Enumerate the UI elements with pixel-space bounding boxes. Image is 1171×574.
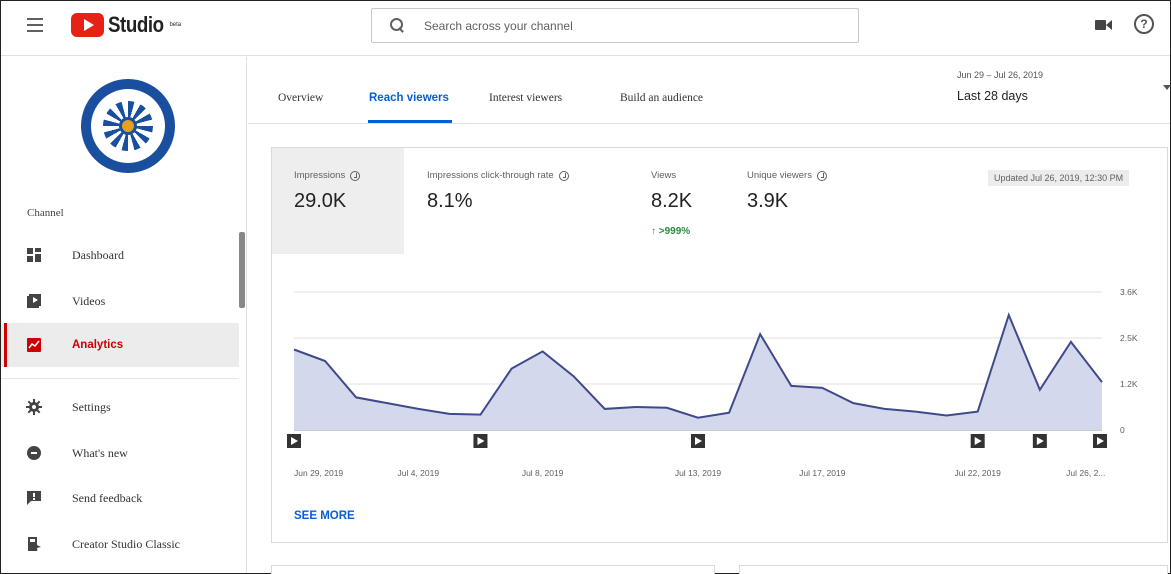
help-icon[interactable]: ? — [1134, 14, 1154, 34]
sidebar-item-label: Creator Studio Classic — [72, 536, 180, 551]
video-marker-icon[interactable] — [970, 434, 985, 448]
beta-badge: beta — [169, 22, 182, 28]
sidebar-item-label: Settings — [72, 399, 111, 414]
x-tick-label: Jul 26, 2... — [1066, 468, 1105, 478]
whats-new-icon — [27, 446, 41, 460]
x-tick-label: Jul 13, 2019 — [675, 468, 722, 478]
impressions-chart[interactable]: 3.6K 2.5K 1.2K 0 Jun 29, 2019 Jul 4, 2019 Jul … — [272, 148, 1169, 488]
search-input[interactable] — [424, 18, 824, 33]
reach-metrics-card: Impressions 29.0K Impressions click-thro… — [271, 147, 1168, 543]
x-tick-label: Jul 8, 2019 — [522, 468, 564, 478]
tab-build-an-audience[interactable]: Build an audience — [620, 92, 703, 104]
video-marker-icon[interactable] — [1032, 434, 1047, 448]
series-area — [294, 315, 1102, 430]
sidebar-item-send-feedback[interactable]: Send feedback — [1, 476, 239, 520]
sidebar-item-analytics[interactable]: Analytics — [1, 323, 239, 367]
sidebar-item-videos[interactable]: Videos — [1, 279, 239, 323]
tab-reach-viewers[interactable]: Reach viewers — [369, 92, 449, 104]
date-range-picker[interactable]: Jun 29 – Jul 26, 2019 Last 28 days — [957, 70, 1043, 103]
y-tick-label: 2.5K — [1120, 333, 1138, 343]
sidebar-item-settings[interactable]: Settings — [1, 385, 239, 429]
sidebar-item-label: Dashboard — [72, 247, 124, 262]
active-tab-indicator — [368, 120, 452, 123]
video-marker-icon[interactable] — [287, 434, 301, 448]
create-video-icon[interactable] — [1095, 19, 1113, 31]
sidebar-divider — [1, 378, 239, 379]
studio-logo[interactable]: Studio beta — [71, 11, 181, 39]
video-marker-icon[interactable] — [473, 434, 488, 448]
x-tick-label: Jul 22, 2019 — [955, 468, 1002, 478]
date-range-label: Last 28 days — [957, 89, 1028, 103]
videos-icon — [27, 294, 41, 308]
sidebar-item-label: Videos — [72, 293, 106, 308]
sidebar-item-label: Analytics — [72, 339, 124, 351]
sidebar-item-dashboard[interactable]: Dashboard — [1, 233, 239, 277]
feedback-icon — [27, 491, 41, 505]
tab-interest-viewers[interactable]: Interest viewers — [489, 92, 562, 104]
search-icon[interactable] — [390, 17, 406, 34]
top-bar: Studio beta ? — [1, 1, 1170, 56]
channel-section-label: Channel — [27, 207, 64, 219]
y-tick-label: 3.6K — [1120, 287, 1138, 297]
hamburger-menu-icon[interactable] — [27, 18, 43, 32]
y-tick-label: 1.2K — [1120, 379, 1138, 389]
chevron-down-icon[interactable] — [1163, 85, 1171, 90]
sidebar-item-label: Send feedback — [72, 490, 143, 505]
sidebar-scrollbar[interactable] — [239, 232, 245, 308]
channel-avatar[interactable] — [81, 79, 175, 173]
sidebar: Channel Dashboard Videos Analytics Setti… — [1, 57, 247, 573]
sidebar-item-creator-studio-classic[interactable]: Creator Studio Classic — [1, 522, 239, 566]
studio-wordmark: Studio — [108, 12, 164, 37]
x-tick-label: Jul 17, 2019 — [799, 468, 846, 478]
gear-icon — [26, 399, 42, 415]
sidebar-item-label: What's new — [72, 445, 128, 460]
y-tick-label: 0 — [1120, 425, 1125, 435]
search-box[interactable] — [371, 8, 859, 43]
date-range-dates: Jun 29 – Jul 26, 2019 — [957, 70, 1044, 80]
analytics-icon — [27, 338, 41, 352]
sidebar-item-whats-new[interactable]: What's new — [1, 431, 239, 475]
video-marker-icon[interactable] — [691, 434, 705, 448]
tab-overview[interactable]: Overview — [278, 92, 323, 104]
x-tick-label: Jun 29, 2019 — [294, 468, 343, 478]
secondary-card-right — [739, 565, 1168, 574]
dashboard-icon — [27, 248, 41, 262]
secondary-card-left — [271, 565, 715, 574]
series-line — [293, 312, 1103, 419]
x-tick-label: Jul 4, 2019 — [398, 468, 440, 478]
video-marker-icon[interactable] — [1093, 434, 1107, 448]
youtube-play-icon — [71, 13, 104, 37]
see-more-link[interactable]: SEE MORE — [294, 510, 355, 522]
classic-icon — [28, 537, 41, 552]
